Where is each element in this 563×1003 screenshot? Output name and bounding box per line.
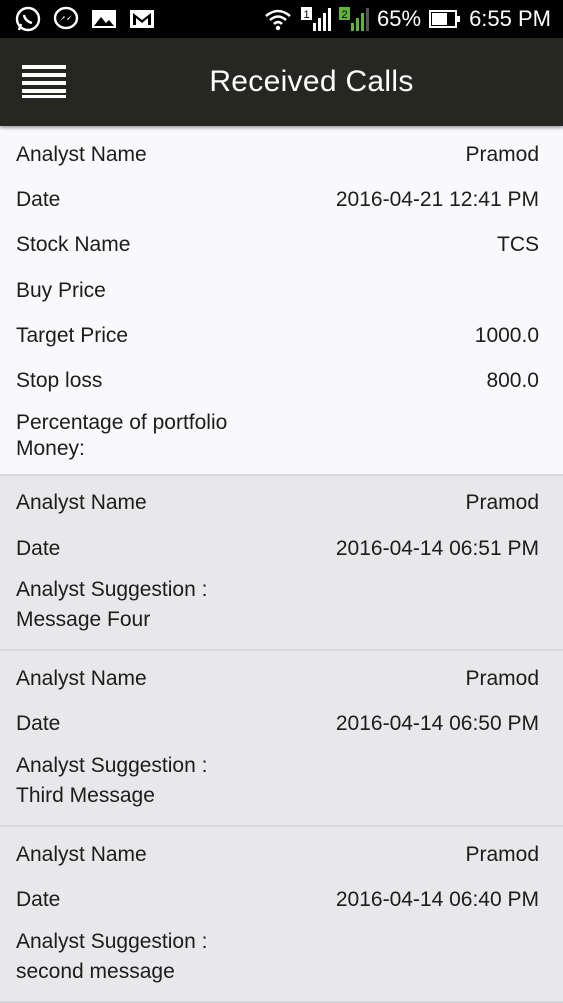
battery-icon [429,9,461,29]
analyst-suggestion: Analyst Suggestion : Third Message [0,747,563,819]
battery-percent: 65% [377,6,422,31]
target-price-label: Target Price [16,323,129,347]
suggestion-label: Analyst Suggestion : [16,753,208,777]
analyst-name-value: Pramod [465,142,539,166]
signal-sim2-icon: 2 [339,5,370,33]
buy-price-row: Buy Price [0,268,563,313]
call-card[interactable]: Analyst Name Pramod Date 2016-04-21 12:4… [0,126,563,476]
suggestion-label: Analyst Suggestion : [16,929,208,953]
date-label: Date [16,887,61,911]
target-price-row: Target Price 1000.0 [0,313,563,358]
analyst-name-value: Pramod [465,667,539,691]
analyst-name-row: Analyst Name Pramod [0,656,563,701]
analyst-name-row: Analyst Name Pramod [0,832,563,877]
call-card[interactable]: Analyst Name Pramod Date 2016-04-14 06:5… [0,651,563,827]
analyst-suggestion: Analyst Suggestion : second message [0,923,563,995]
hamburger-icon [22,65,66,98]
call-card[interactable]: Analyst Name Pramod Date 2016-04-14 06:4… [0,826,563,1003]
target-price-value: 1000.0 [474,323,539,347]
analyst-name-label: Analyst Name [16,142,147,166]
gallery-icon [90,7,118,31]
portfolio-label-line2: Money: [16,436,85,460]
stock-name-label: Stock Name [16,233,131,257]
call-card[interactable]: Analyst Name Pramod Date 2016-04-14 06:5… [0,475,563,652]
app-bar: Received Calls [0,38,563,126]
date-value: 2016-04-14 06:40 PM [335,887,539,911]
analyst-name-label: Analyst Name [16,842,147,866]
analyst-name-value: Pramod [465,491,539,515]
messenger-icon [52,5,80,33]
stock-name-row: Stock Name TCS [0,223,563,268]
analyst-name-value: Pramod [465,842,539,866]
portfolio-label-line1: Percentage of portfolio [16,410,228,434]
sim2-number: 2 [341,9,347,21]
stock-name-value: TCS [497,233,539,257]
gmail-icon [128,7,156,31]
wifi-icon [263,7,293,31]
signal-sim1-icon: 1 [301,5,332,33]
analyst-name-row: Analyst Name Pramod [0,481,563,526]
date-label: Date [16,187,61,211]
date-row: Date 2016-04-21 12:41 PM [0,177,563,222]
stop-loss-value: 800.0 [486,369,539,393]
page-title: Received Calls [209,65,414,98]
date-value: 2016-04-14 06:51 PM [335,536,539,560]
date-value: 2016-04-21 12:41 PM [335,187,539,211]
analyst-name-label: Analyst Name [16,667,147,691]
suggestion-text: Message Four [16,608,151,632]
portfolio-percentage-row: Percentage of portfolio Money: [0,404,563,468]
menu-button[interactable] [22,63,66,99]
whatsapp-icon [14,5,42,33]
date-row: Date 2016-04-14 06:40 PM [0,877,563,922]
sim1-number: 1 [303,9,309,21]
date-row: Date 2016-04-14 06:51 PM [0,526,563,571]
date-row: Date 2016-04-14 06:50 PM [0,702,563,747]
stop-loss-row: Stop loss 800.0 [0,358,563,403]
status-bar: 1 2 65% 6:55 PM [0,0,563,38]
date-label: Date [16,536,61,560]
analyst-name-label: Analyst Name [16,491,147,515]
suggestion-text: second message [16,959,175,983]
date-value: 2016-04-14 06:50 PM [335,712,539,736]
buy-price-label: Buy Price [16,278,106,302]
analyst-suggestion: Analyst Suggestion : Message Four [0,571,563,643]
date-label: Date [16,712,61,736]
clock: 6:55 PM [469,6,551,31]
received-calls-list: Analyst Name Pramod Date 2016-04-21 12:4… [0,126,563,1003]
stop-loss-label: Stop loss [16,369,103,393]
suggestion-text: Third Message [16,783,155,807]
system-status: 1 2 65% 6:55 PM [263,5,551,33]
analyst-name-row: Analyst Name Pramod [0,132,563,177]
suggestion-label: Analyst Suggestion : [16,578,208,602]
notification-icons [14,5,156,33]
